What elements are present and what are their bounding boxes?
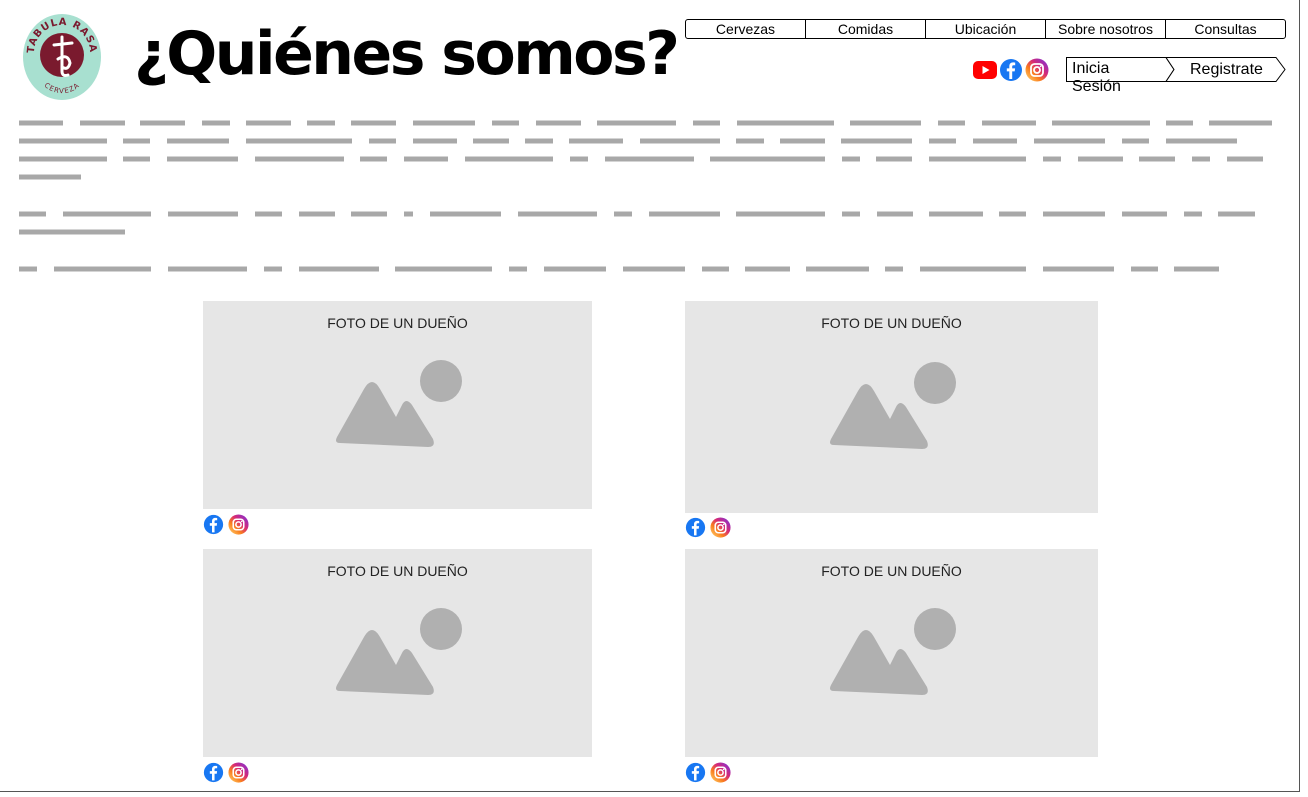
page-title: ¿Quiénes somos? (134, 19, 680, 89)
main-nav: Cervezas Comidas Ubicación Sobre nosotro… (685, 19, 1286, 39)
facebook-icon[interactable] (685, 517, 706, 538)
header-social-links (973, 58, 1049, 82)
register-button[interactable]: Registrate (1190, 61, 1263, 79)
instagram-icon[interactable] (228, 514, 249, 535)
facebook-icon[interactable] (203, 762, 224, 783)
owner-photo-card: FOTO DE UN DUEÑO (203, 301, 592, 509)
instagram-icon[interactable] (710, 517, 731, 538)
owner-social-links (203, 762, 249, 783)
nav-item-cervezas[interactable]: Cervezas (686, 20, 806, 38)
facebook-icon[interactable] (999, 58, 1023, 82)
instagram-icon[interactable] (228, 762, 249, 783)
nav-item-ubicacion[interactable]: Ubicación (926, 20, 1046, 38)
owner-photo-card: FOTO DE UN DUEÑO (685, 549, 1098, 757)
facebook-icon[interactable] (203, 514, 224, 535)
owner-photo-card: FOTO DE UN DUEÑO (685, 301, 1098, 513)
intro-paragraph (19, 120, 1289, 190)
owner-social-links (685, 762, 731, 783)
brand-logo[interactable]: TABULA RASA CERVEZA (22, 13, 102, 101)
owner-photo-card: FOTO DE UN DUEÑO (203, 549, 592, 757)
login-button[interactable]: Inicia Sesión (1072, 60, 1121, 96)
facebook-icon[interactable] (685, 762, 706, 783)
image-placeholder-icon (335, 608, 462, 695)
owner-photo-caption: FOTO DE UN DUEÑO (327, 563, 468, 579)
page-frame (0, 0, 1300, 792)
image-placeholder-icon (335, 360, 462, 447)
image-placeholder-icon (829, 362, 956, 449)
youtube-icon[interactable] (973, 58, 997, 82)
image-placeholder-icon (829, 608, 956, 695)
owner-photo-caption: FOTO DE UN DUEÑO (821, 563, 962, 579)
nav-item-comidas[interactable]: Comidas (806, 20, 926, 38)
nav-item-sobre-nosotros[interactable]: Sobre nosotros (1046, 20, 1166, 38)
nav-item-consultas[interactable]: Consultas (1166, 20, 1285, 38)
owner-social-links (203, 514, 249, 535)
instagram-icon[interactable] (710, 762, 731, 783)
owner-photo-caption: FOTO DE UN DUEÑO (821, 315, 962, 331)
owner-social-links (685, 517, 731, 538)
owner-photo-caption: FOTO DE UN DUEÑO (327, 315, 468, 331)
instagram-icon[interactable] (1025, 58, 1049, 82)
